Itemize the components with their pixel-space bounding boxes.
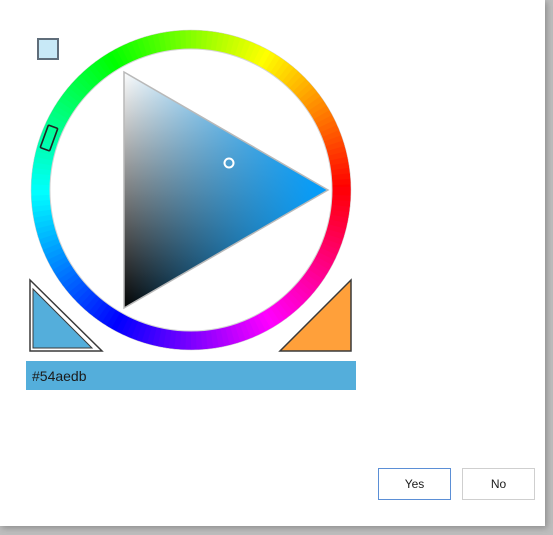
color-swatch-button[interactable] [37,38,59,60]
hex-value-text: #54aedb [32,367,87,384]
hex-color-field[interactable]: #54aedb [26,361,356,390]
color-picker-dialog: #54aedb Yes No [0,0,545,526]
no-button[interactable]: No [462,468,535,500]
saturation-value-triangle[interactable] [123,70,330,310]
yes-button[interactable]: Yes [378,468,451,500]
